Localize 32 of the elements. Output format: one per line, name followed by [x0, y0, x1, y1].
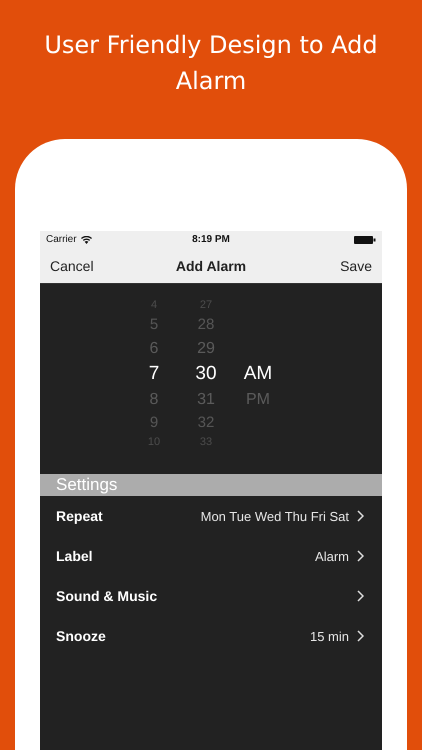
- row-value: 15 min: [310, 628, 349, 644]
- screen-title: Add Alarm: [176, 258, 246, 274]
- picker-value[interactable]: 31: [180, 387, 232, 412]
- row-label: Sound & Music: [56, 588, 158, 604]
- chevron-icon: [357, 510, 364, 522]
- section-header: Settings: [40, 474, 382, 496]
- row-label: Repeat: [56, 508, 103, 524]
- picker-value[interactable]: 8: [128, 387, 180, 412]
- row-value: Alarm: [315, 548, 349, 564]
- settings-row[interactable]: Snooze 15 min: [40, 616, 382, 656]
- picker-value[interactable]: 6: [128, 336, 180, 361]
- picker-value[interactable]: 29: [180, 336, 232, 361]
- wifi-icon: [80, 236, 92, 244]
- row-label: Label: [56, 548, 93, 564]
- battery-icon: [354, 236, 376, 244]
- settings-row[interactable]: Sound & Music: [40, 576, 382, 616]
- clock-time: 8:19 PM: [192, 234, 230, 245]
- row-label: Snooze: [56, 628, 106, 644]
- chevron-icon: [357, 630, 364, 642]
- picker-value[interactable]: 30: [180, 361, 232, 387]
- chevron-icon: [357, 550, 364, 562]
- save-button[interactable]: Save: [292, 258, 372, 274]
- settings-row[interactable]: Repeat Mon Tue Wed Thu Fri Sat: [40, 496, 382, 536]
- settings-row[interactable]: Label Alarm: [40, 536, 382, 576]
- picker-value[interactable]: PM: [232, 387, 284, 412]
- headline: User Friendly Design to Add Alarm: [43, 30, 379, 97]
- chevron-icon: [357, 590, 364, 602]
- cancel-button[interactable]: Cancel: [50, 258, 130, 274]
- picker-value[interactable]: AM: [232, 361, 284, 387]
- picker-value[interactable]: 7: [128, 361, 180, 387]
- row-value: Mon Tue Wed Thu Fri Sat: [200, 508, 349, 524]
- carrier-name: Carrier: [46, 234, 77, 245]
